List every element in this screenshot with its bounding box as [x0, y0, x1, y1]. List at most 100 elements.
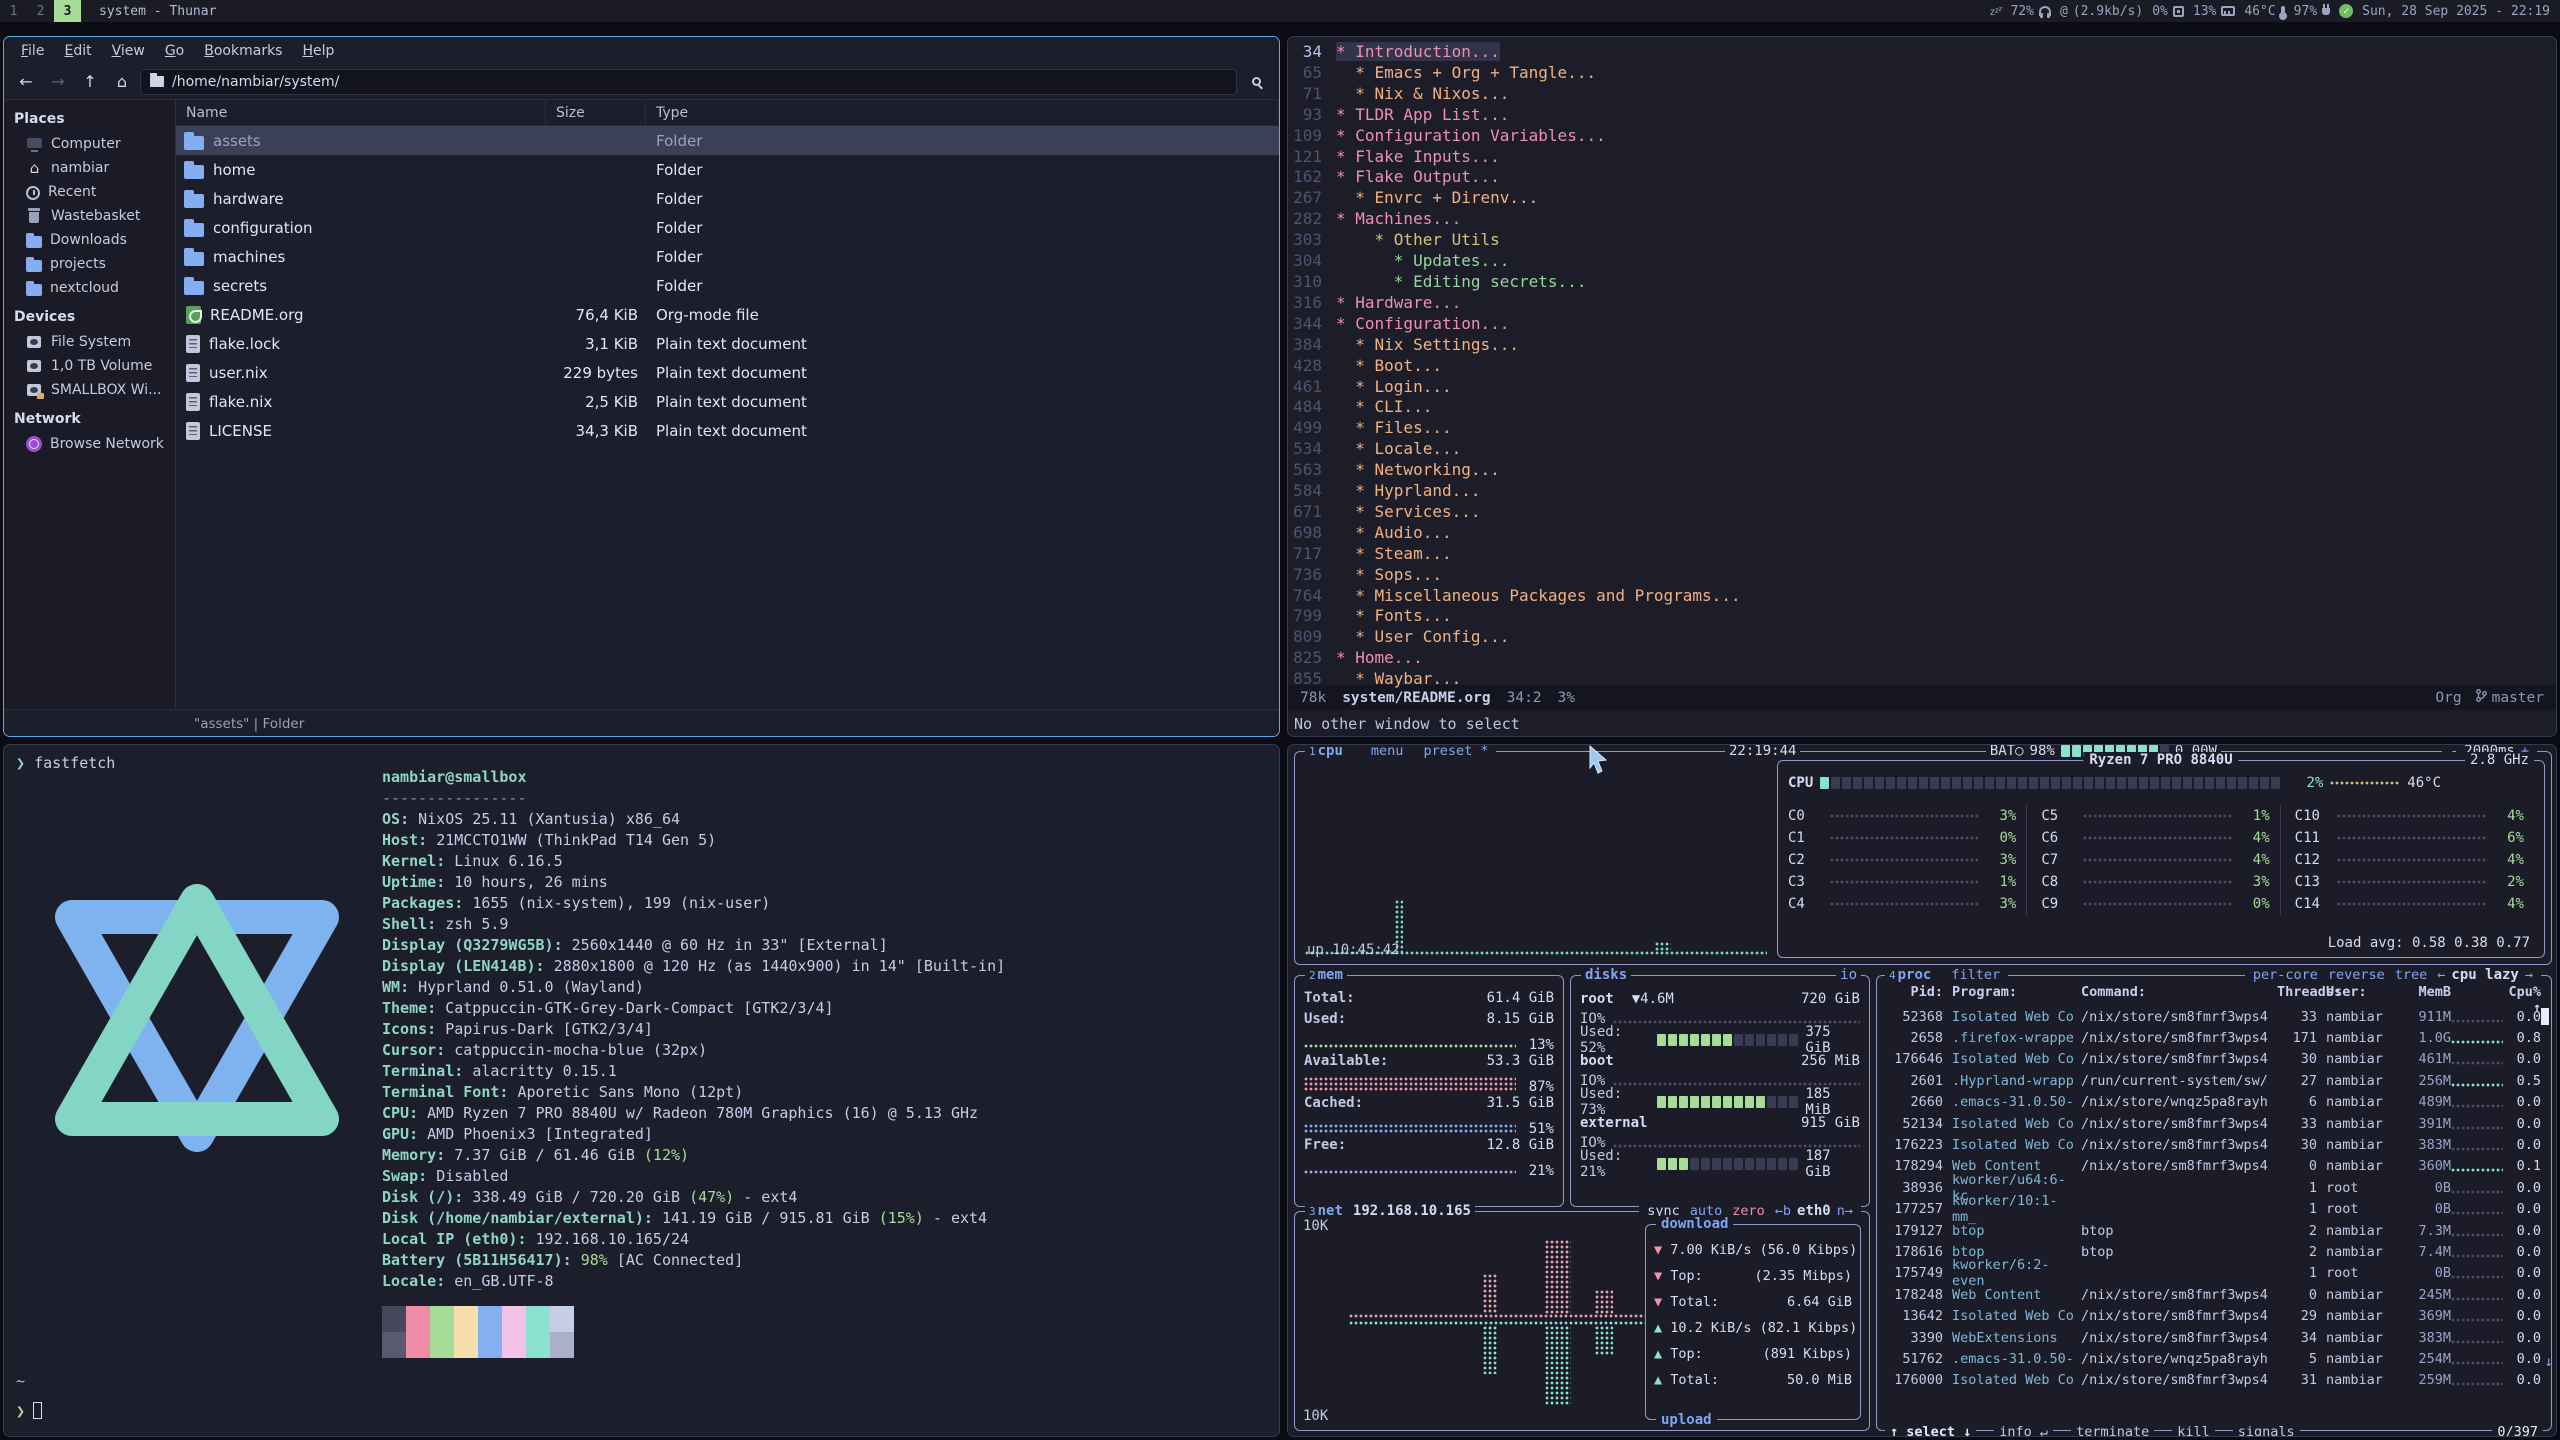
home-button[interactable]: ⌂ [108, 69, 136, 95]
iface-next-button[interactable]: n→ [1833, 1203, 1857, 1219]
menu-bookmarks[interactable]: Bookmarks [195, 40, 291, 62]
net-zero-button[interactable]: zero [1728, 1203, 1769, 1219]
sidebar-item-nextcloud[interactable]: nextcloud [4, 276, 175, 300]
menu-file[interactable]: File [12, 40, 53, 62]
proc-scrollbar[interactable] [2541, 1008, 2549, 1025]
org-heading-line[interactable]: 109* Configuration Variables... [1288, 126, 2556, 147]
org-heading-line[interactable]: 71 * Nix & Nixos... [1288, 84, 2556, 105]
org-heading-line[interactable]: 534 * Locale... [1288, 439, 2556, 460]
sidebar-item-nambiar[interactable]: ⌂nambiar [4, 156, 175, 180]
temperature-indicator[interactable]: 46°C [2244, 4, 2284, 19]
forward-button[interactable]: → [44, 69, 72, 95]
org-heading-line[interactable]: 736 * Sops... [1288, 565, 2556, 586]
shell-prompt[interactable]: ❯ [16, 1401, 42, 1422]
file-row-flake.lock[interactable]: flake.lock3,1 KiBPlain text document [176, 329, 1279, 358]
org-heading-line[interactable]: 344* Configuration... [1288, 314, 2556, 335]
org-heading-line[interactable]: 310 * Editing secrets... [1288, 272, 2556, 293]
file-row-secrets[interactable]: secretsFolder [176, 271, 1279, 300]
per-core-button[interactable]: per-core [2249, 967, 2322, 983]
workspace-1[interactable]: 1 [0, 0, 27, 22]
process-row-176223[interactable]: 176223Isolated Web Co/nix/store/sm8fmrf3… [1883, 1134, 2545, 1155]
org-heading-line[interactable]: 65 * Emacs + Org + Tangle... [1288, 63, 2556, 84]
org-heading-line[interactable]: 698 * Audio... [1288, 523, 2556, 544]
org-heading-line[interactable]: 428 * Boot... [1288, 356, 2556, 377]
workspace-2[interactable]: 2 [27, 0, 54, 22]
process-row-179127[interactable]: 179127btopbtop2nambiar7.3M0.0 [1883, 1220, 2545, 1241]
org-heading-line[interactable]: 93* TLDR App List... [1288, 105, 2556, 126]
major-mode[interactable]: Org [2435, 690, 2461, 706]
org-heading-line[interactable]: 304 * Updates... [1288, 251, 2556, 272]
process-row-178248[interactable]: 178248Web Content/nix/store/sm8fmrf3wps4… [1883, 1284, 2545, 1305]
org-heading-line[interactable]: 461 * Login... [1288, 377, 2556, 398]
column-type[interactable]: Type [646, 100, 1279, 125]
tree-button[interactable]: tree [2391, 967, 2432, 983]
info-key[interactable]: info ↵ [1994, 1424, 2053, 1437]
process-row-2601[interactable]: 2601.Hyprland-wrapp/run/current-system/s… [1883, 1070, 2545, 1091]
clock[interactable]: Sun, 28 Sep 2025 - 22:19 [2362, 4, 2550, 19]
org-heading-line[interactable]: 282* Machines... [1288, 209, 2556, 230]
org-heading-line[interactable]: 121* Flake Inputs... [1288, 147, 2556, 168]
updates-ok-icon[interactable]: ✓ [2339, 4, 2353, 18]
org-heading-line[interactable]: 563 * Networking... [1288, 460, 2556, 481]
org-heading-line[interactable]: 384 * Nix Settings... [1288, 335, 2556, 356]
menu-button[interactable]: menu [1367, 744, 1408, 759]
menu-view[interactable]: View [103, 40, 154, 62]
sidebar-item-wastebasket[interactable]: Wastebasket [4, 204, 175, 228]
org-heading-line[interactable]: 717 * Steam... [1288, 544, 2556, 565]
sort-prev-button[interactable]: ← [2433, 967, 2449, 983]
workspace-3[interactable]: 3 [54, 0, 81, 22]
column-name[interactable]: Name [176, 100, 546, 125]
sidebar-item-computer[interactable]: Computer [4, 132, 175, 156]
org-heading-line[interactable]: 303 * Other Utils [1288, 230, 2556, 251]
terminate-key[interactable]: terminate [2071, 1424, 2154, 1437]
back-button[interactable]: ← [12, 69, 40, 95]
file-row-hardware[interactable]: hardwareFolder [176, 184, 1279, 213]
file-row-user.nix[interactable]: user.nix229 bytesPlain text document [176, 358, 1279, 387]
file-row-flake.nix[interactable]: flake.nix2,5 KiBPlain text document [176, 387, 1279, 416]
process-row-177257[interactable]: 177257kworker/10:1-mm_1root0B0.0 [1883, 1199, 2545, 1220]
disks-box-title[interactable]: disks [1585, 967, 1627, 983]
sidebar-item-recent[interactable]: Recent [4, 180, 175, 204]
path-field[interactable]: /home/nambiar/system/ [140, 69, 1237, 95]
proc-box-title[interactable]: proc [1898, 967, 1932, 983]
io-mode-toggle[interactable]: io [1836, 967, 1861, 983]
file-row-README.org[interactable]: README.org76,4 KiBOrg-mode file [176, 300, 1279, 329]
interval-minus[interactable]: - [2446, 744, 2462, 759]
process-row-176000[interactable]: 176000Isolated Web Co/nix/store/sm8fmrf3… [1883, 1370, 2545, 1391]
select-keys[interactable]: ↑ select ↓ [1885, 1424, 1976, 1437]
org-heading-line[interactable]: 584 * Hyprland... [1288, 481, 2556, 502]
file-row-configuration[interactable]: configurationFolder [176, 213, 1279, 242]
mem-box-title[interactable]: mem [1318, 967, 1343, 983]
file-row-LICENSE[interactable]: LICENSE34,3 KiBPlain text document [176, 416, 1279, 445]
process-row-176646[interactable]: 176646Isolated Web Co/nix/store/sm8fmrf3… [1883, 1049, 2545, 1070]
sort-next-button[interactable]: → [2521, 967, 2537, 983]
cpu-indicator[interactable]: 0% [2152, 4, 2184, 19]
reverse-button[interactable]: reverse [2324, 967, 2389, 983]
process-row-2660[interactable]: 2660.emacs-31.0.50-/nix/store/wnqz5pa8ra… [1883, 1092, 2545, 1113]
memory-indicator[interactable]: 13% [2193, 4, 2235, 19]
org-heading-line[interactable]: 809 * User Config... [1288, 627, 2556, 648]
sidebar-item-1-0-tb-volume[interactable]: 1,0 TB Volume [4, 354, 175, 378]
sidebar-item-projects[interactable]: projects [4, 252, 175, 276]
file-row-machines[interactable]: machinesFolder [176, 242, 1279, 271]
org-heading-line[interactable]: 764 * Miscellaneous Packages and Program… [1288, 586, 2556, 607]
idle-inhibitor[interactable]: zzz [1989, 5, 2001, 18]
iface-prev-button[interactable]: ←b [1771, 1203, 1795, 1219]
network-indicator[interactable]: @(2.9kb/s) [2060, 4, 2143, 19]
process-row-13642[interactable]: 13642Isolated Web Co/nix/store/sm8fmrf3w… [1883, 1305, 2545, 1326]
up-button[interactable]: ↑ [76, 69, 104, 95]
process-row-52368[interactable]: 52368Isolated Web Co/nix/store/sm8fmrf3w… [1883, 1006, 2545, 1027]
process-row-3390[interactable]: 3390WebExtensions/nix/store/sm8fmrf3wps4… [1883, 1327, 2545, 1348]
org-heading-line[interactable]: 799 * Fonts... [1288, 606, 2556, 627]
menu-go[interactable]: Go [156, 40, 193, 62]
volume-indicator[interactable]: 72% [2010, 4, 2050, 19]
column-size[interactable]: Size [546, 100, 646, 125]
org-heading-line[interactable]: 162* Flake Output... [1288, 167, 2556, 188]
sidebar-item-file-system[interactable]: File System [4, 330, 175, 354]
process-row-2658[interactable]: 2658.firefox-wrappe/nix/store/sm8fmrf3wp… [1883, 1027, 2545, 1048]
menu-edit[interactable]: Edit [55, 40, 100, 62]
org-heading-line[interactable]: 316* Hardware... [1288, 293, 2556, 314]
org-heading-line[interactable]: 34* Introduction... [1288, 42, 2556, 63]
sidebar-item-browse-network[interactable]: Browse Network [4, 432, 175, 456]
process-row-175749[interactable]: 175749kworker/6:2-even1root0B0.0 [1883, 1263, 2545, 1284]
